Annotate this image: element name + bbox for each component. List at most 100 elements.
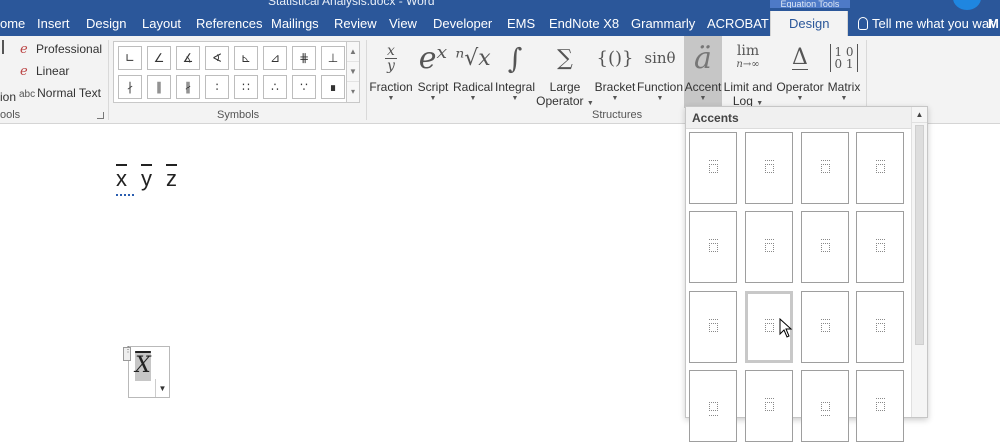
equation-button-partial-label[interactable]: ion — [0, 90, 16, 104]
tab-acrobat[interactable]: ACROBAT — [707, 14, 769, 36]
accent-mark-icon — [709, 413, 718, 416]
function-button[interactable]: sinθ Function ▼ — [636, 36, 684, 108]
placeholder-box-icon — [709, 243, 718, 252]
tab-ems[interactable]: EMS — [507, 14, 535, 36]
tab-design[interactable]: Design — [86, 14, 126, 36]
tab-developer[interactable]: Developer — [433, 14, 492, 36]
group-divider — [366, 40, 367, 120]
equation-container[interactable]: ⋮ X ▼ — [123, 346, 170, 398]
symbol-ratio[interactable]: ∶ — [205, 75, 229, 99]
user-initial[interactable]: M — [988, 14, 999, 34]
linear-button[interactable]: e Linear — [20, 64, 69, 79]
matrix-button[interactable]: 1 00 1 Matrix ▼ — [826, 36, 862, 108]
symbol-right-triangle[interactable]: ⊿ — [263, 46, 287, 70]
accent-option[interactable] — [856, 211, 904, 283]
tab-home[interactable]: ome — [0, 14, 25, 36]
accent-option[interactable] — [745, 370, 793, 442]
equation-options-dropdown[interactable]: ▼ — [155, 379, 169, 397]
scroll-down-icon[interactable]: ▼ — [347, 62, 359, 82]
placeholder-box-icon — [821, 323, 830, 332]
panel-scrollbar[interactable]: ▲ — [911, 107, 927, 417]
symbol-because[interactable]: ∵ — [292, 75, 316, 99]
equation-icon-partial[interactable] — [0, 40, 4, 54]
professional-button[interactable]: e Professional — [20, 42, 102, 57]
y-bar-variable: y — [141, 166, 152, 191]
scroll-up-icon[interactable]: ▲ — [347, 42, 359, 62]
symbol-therefore[interactable]: ∴ — [263, 75, 287, 99]
mouse-pointer-icon — [779, 318, 793, 338]
symbol-does-not-divide[interactable]: ∤ — [118, 75, 142, 99]
accent-option[interactable] — [689, 132, 737, 204]
placeholder-box-icon — [765, 164, 774, 173]
fraction-button[interactable]: xy Fraction ▼ — [368, 36, 414, 108]
accent-option[interactable] — [745, 132, 793, 204]
structures-group-label: Structures — [592, 109, 643, 121]
scroll-up-icon[interactable]: ▲ — [912, 107, 927, 123]
symbol-parallel[interactable]: ∥ — [147, 75, 171, 99]
tab-insert[interactable]: Insert — [37, 14, 70, 36]
symbol-hash[interactable]: ⋕ — [292, 46, 316, 70]
symbol-right-angle-arc[interactable]: ⊾ — [234, 46, 258, 70]
bracket-button[interactable]: {()} Bracket ▼ — [594, 36, 636, 108]
placeholder-box-icon — [876, 402, 885, 411]
tab-grammarly[interactable]: Grammarly — [631, 14, 695, 36]
tab-equation-design[interactable]: Design — [770, 11, 849, 36]
placeholder-box-icon — [709, 323, 718, 332]
symbol-end-of-proof[interactable]: ∎ — [321, 75, 345, 99]
drag-handle-icon[interactable]: ⋮ — [123, 346, 132, 361]
accent-option[interactable] — [801, 132, 849, 204]
symbols-gallery-scroll[interactable]: ▲ ▼ ▾ — [346, 41, 360, 103]
document-text[interactable]: xyz — [116, 166, 191, 192]
limit-and-log-button[interactable]: lim n→∞ Limit and Log ▼ — [722, 36, 774, 108]
symbol-perpendicular[interactable]: ⊥ — [321, 46, 345, 70]
context-tab-group-label: Equation Tools — [770, 0, 850, 8]
accent-option[interactable] — [801, 291, 849, 363]
tab-layout[interactable]: Layout — [142, 14, 181, 36]
symbols-gallery: ∟ ∠ ∡ ∢ ⊾ ⊿ ⋕ ⊥ ∤ ∥ ∦ ∶ ∷ ∴ ∵ ∎ — [113, 41, 348, 103]
accent-option[interactable] — [689, 211, 737, 283]
tab-review[interactable]: Review — [334, 14, 377, 36]
tell-me-search[interactable]: Tell me what you war — [858, 14, 993, 34]
tab-endnote[interactable]: EndNote X8 — [549, 14, 619, 36]
symbol-spherical-angle[interactable]: ∢ — [205, 46, 229, 70]
accent-option[interactable] — [689, 370, 737, 442]
chevron-down-icon: ▼ — [656, 95, 664, 102]
avatar[interactable] — [953, 0, 981, 10]
symbol-right-angle[interactable]: ∟ — [118, 46, 142, 70]
dialog-launcher-icon[interactable] — [97, 112, 104, 119]
script-button[interactable]: eˣ Script ▼ — [414, 36, 452, 108]
scroll-thumb[interactable] — [915, 125, 924, 345]
symbol-proportion[interactable]: ∷ — [234, 75, 258, 99]
symbol-not-parallel[interactable]: ∦ — [176, 75, 200, 99]
tab-view[interactable]: View — [389, 14, 417, 36]
chevron-down-icon: ▼ — [387, 95, 395, 102]
accent-option[interactable] — [856, 132, 904, 204]
accent-button[interactable]: ä Accent ▼ — [684, 36, 722, 108]
large-operator-button[interactable]: ∑ Large Operator ▼ — [536, 36, 594, 109]
accent-option[interactable] — [801, 211, 849, 283]
chevron-down-icon: ▼ — [429, 95, 437, 102]
symbol-measured-angle[interactable]: ∡ — [176, 46, 200, 70]
z-bar-variable: z — [166, 166, 177, 191]
accent-option[interactable] — [801, 370, 849, 442]
operator-button[interactable]: Δ Operator ▼ — [774, 36, 826, 108]
accent-mark-icon — [876, 398, 885, 401]
gallery-more-icon[interactable]: ▾ — [347, 82, 359, 102]
accent-option[interactable] — [689, 291, 737, 363]
fraction-icon: xy — [368, 36, 414, 80]
accent-mark-icon — [709, 160, 718, 163]
radical-button[interactable]: ⁿ√x Radical ▼ — [452, 36, 494, 108]
tab-references[interactable]: References — [196, 14, 262, 36]
accent-option[interactable] — [856, 291, 904, 363]
normal-text-icon: abc — [19, 89, 36, 100]
tab-mailings[interactable]: Mailings — [271, 14, 319, 36]
accent-option[interactable] — [856, 370, 904, 442]
symbol-angle[interactable]: ∠ — [147, 46, 171, 70]
normal-text-button[interactable]: abc Normal Text — [19, 86, 101, 100]
accent-option[interactable] — [745, 211, 793, 283]
integral-button[interactable]: ∫ Integral ▼ — [494, 36, 536, 108]
chevron-down-icon: ▼ — [586, 100, 594, 107]
symbols-group-label: Symbols — [217, 109, 260, 121]
x-bar-variable: x — [116, 166, 127, 191]
placeholder-box-icon — [765, 243, 774, 252]
